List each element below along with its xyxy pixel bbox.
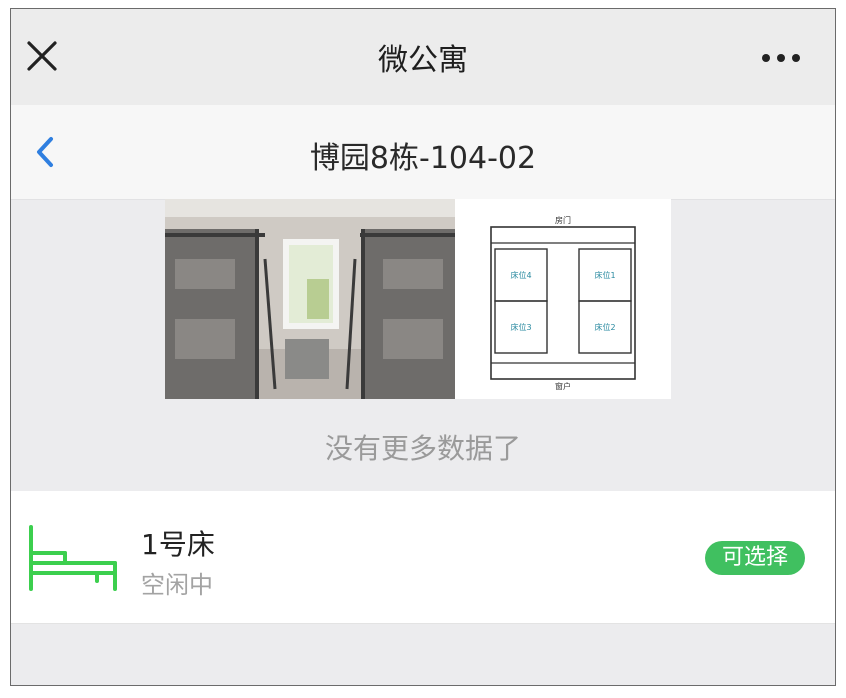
bed-name: 1号床 bbox=[141, 528, 215, 561]
room-photo bbox=[165, 199, 455, 399]
bed-status: 空闲中 bbox=[141, 571, 213, 599]
page-title: 博园8栋-104-02 bbox=[309, 141, 537, 176]
plan-bed-3: 床位3 bbox=[510, 322, 531, 332]
room-floor-plan: 房门 窗户 床位4 床位1 床位3 床位2 bbox=[455, 199, 671, 399]
no-more-data-text: 没有更多数据了 bbox=[324, 432, 521, 465]
app-frame: 微公寓 博园8栋-104-02 房门 窗户 床位4 床位1 床位3 床位2 没有… bbox=[10, 8, 836, 686]
app-title: 微公寓 bbox=[378, 43, 468, 78]
bed-icon bbox=[29, 525, 117, 591]
select-bed-button[interactable]: 可选择 bbox=[705, 541, 805, 575]
plan-bed-1: 床位1 bbox=[594, 270, 615, 280]
plan-bed-2: 床位2 bbox=[594, 322, 615, 332]
plan-door-label: 房门 bbox=[555, 215, 571, 225]
nav-bar: 博园8栋-104-02 bbox=[11, 105, 835, 200]
plan-bed-4: 床位4 bbox=[510, 270, 531, 280]
plan-window-label: 窗户 bbox=[555, 381, 571, 391]
top-bar: 微公寓 bbox=[11, 9, 835, 105]
more-icon[interactable] bbox=[761, 53, 801, 63]
bed-list-item[interactable]: 1号床 空闲中 可选择 bbox=[11, 491, 835, 624]
